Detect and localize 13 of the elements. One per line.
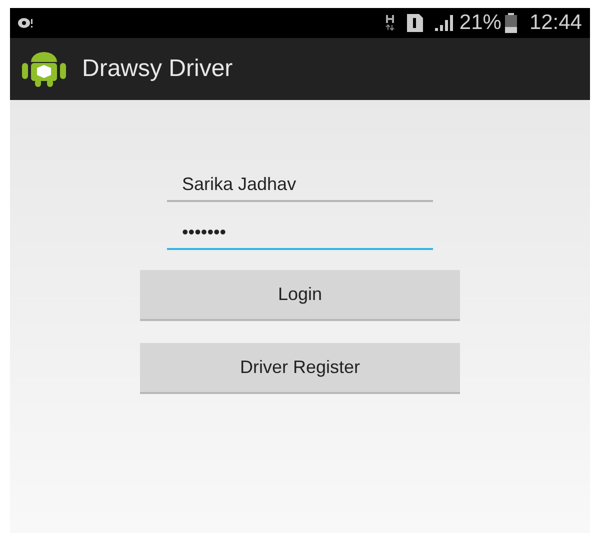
password-field[interactable]: ••••••• xyxy=(167,216,433,250)
username-field[interactable]: Sarika Jadhav xyxy=(167,168,433,202)
signal-icon xyxy=(435,15,456,31)
sim-card-icon xyxy=(407,14,424,32)
android-robot-icon xyxy=(22,51,66,87)
notification-icon xyxy=(18,17,34,29)
register-button[interactable]: Driver Register xyxy=(140,343,460,394)
battery-icon xyxy=(505,13,518,33)
battery-percent: 21% xyxy=(459,10,502,36)
clock: 12:44 xyxy=(529,10,582,36)
data-arrows-icon xyxy=(385,15,396,31)
login-button[interactable]: Login xyxy=(140,270,460,321)
app-title: Drawsy Driver xyxy=(82,54,233,84)
